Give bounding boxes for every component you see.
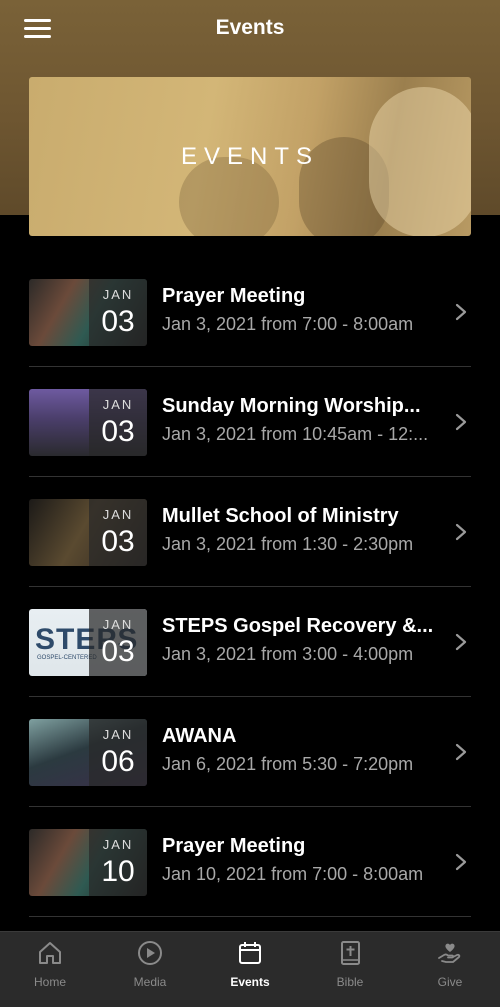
tab-media[interactable]: Media — [100, 932, 200, 1007]
chevron-right-icon — [455, 523, 467, 541]
events-banner: EVENTS — [29, 77, 471, 236]
event-row[interactable]: JAN 03 Mullet School of Ministry Jan 3, … — [0, 477, 500, 587]
chevron-right-icon — [455, 743, 467, 761]
date-day: 10 — [101, 855, 135, 888]
thumbnail-logo-subtext: GOSPEL-CENTERED — [37, 655, 97, 661]
event-title: Prayer Meeting — [162, 285, 306, 307]
banner-title: EVENTS — [180, 143, 320, 170]
event-title: STEPS Gospel Recovery &... — [162, 615, 434, 637]
event-time: Jan 3, 2021 from 3:00 - 4:00pm — [162, 644, 414, 664]
divider — [29, 916, 471, 917]
date-badge: JAN 03 — [89, 279, 147, 346]
date-badge: JAN 06 — [89, 719, 147, 786]
tab-give[interactable]: Give — [400, 932, 500, 1007]
date-badge: JAN 10 — [89, 829, 147, 896]
chevron-right-icon — [455, 853, 467, 871]
tab-label: Home — [33, 975, 66, 989]
event-title: Mullet School of Ministry — [162, 505, 399, 527]
date-day: 03 — [101, 305, 135, 338]
calendar-icon — [239, 942, 261, 964]
date-day: 03 — [101, 525, 135, 558]
chevron-right-icon — [455, 413, 467, 431]
bottom-tab-bar: Home Media Events Bible Give — [0, 931, 500, 1007]
date-month: JAN — [102, 397, 134, 412]
chevron-right-icon — [455, 303, 467, 321]
tab-bible[interactable]: Bible — [300, 932, 400, 1007]
event-thumbnail: JAN 03 — [29, 279, 147, 346]
event-thumbnail: STEPS GOSPEL-CENTERED JAN 03 — [29, 609, 147, 676]
date-month: JAN — [102, 287, 134, 302]
date-day: 06 — [101, 745, 135, 778]
date-day: 03 — [101, 415, 135, 448]
tab-events[interactable]: Events — [200, 932, 300, 1007]
date-month: JAN — [102, 727, 134, 742]
chevron-right-icon — [455, 633, 467, 651]
tab-label: Events — [230, 975, 270, 989]
page-title: Events — [215, 16, 285, 39]
event-title: Sunday Morning Worship... — [162, 395, 421, 417]
date-day: 03 — [101, 635, 135, 668]
home-icon — [39, 942, 61, 964]
tab-home[interactable]: Home — [0, 932, 100, 1007]
event-thumbnail: JAN 03 — [29, 389, 147, 456]
event-thumbnail: JAN 03 — [29, 499, 147, 566]
event-row[interactable]: JAN 03 Prayer Meeting Jan 3, 2021 from 7… — [0, 257, 500, 367]
date-month: JAN — [102, 617, 134, 632]
event-time: Jan 3, 2021 from 10:45am - 12:... — [162, 424, 429, 444]
bible-icon — [341, 941, 360, 965]
date-badge: JAN 03 — [89, 389, 147, 456]
event-row[interactable]: STEPS GOSPEL-CENTERED JAN 03 STEPS Gospe… — [0, 587, 500, 697]
event-title: AWANA — [162, 725, 237, 747]
date-badge: JAN 03 — [89, 609, 147, 676]
event-time: Jan 3, 2021 from 1:30 - 2:30pm — [162, 534, 414, 554]
tab-label: Bible — [336, 975, 364, 989]
event-title: Prayer Meeting — [162, 835, 306, 857]
event-row[interactable]: JAN 10 Prayer Meeting Jan 10, 2021 from … — [0, 807, 500, 917]
event-time: Jan 10, 2021 from 7:00 - 8:00am — [162, 864, 424, 884]
event-row[interactable]: JAN 03 Sunday Morning Worship... Jan 3, … — [0, 367, 500, 477]
play-icon — [138, 941, 162, 965]
event-row[interactable]: JAN 06 AWANA Jan 6, 2021 from 5:30 - 7:2… — [0, 697, 500, 807]
tab-label: Media — [133, 975, 167, 989]
events-list: JAN 03 Prayer Meeting Jan 3, 2021 from 7… — [0, 257, 500, 917]
date-badge: JAN 03 — [89, 499, 147, 566]
date-month: JAN — [102, 837, 134, 852]
date-month: JAN — [102, 507, 134, 522]
give-icon — [438, 943, 461, 963]
event-thumbnail: JAN 10 — [29, 829, 147, 896]
tab-label: Give — [437, 975, 463, 989]
event-time: Jan 6, 2021 from 5:30 - 7:20pm — [162, 754, 414, 774]
event-time: Jan 3, 2021 from 7:00 - 8:00am — [162, 314, 414, 334]
event-thumbnail: JAN 06 — [29, 719, 147, 786]
